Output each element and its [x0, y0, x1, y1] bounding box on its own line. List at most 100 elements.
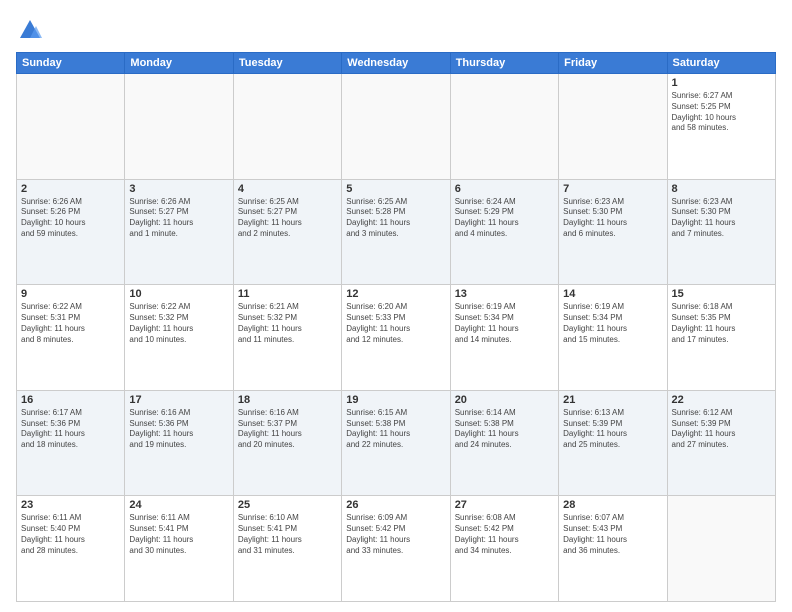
day-info: Sunrise: 6:10 AM Sunset: 5:41 PM Dayligh… — [238, 513, 337, 556]
day-info: Sunrise: 6:16 AM Sunset: 5:36 PM Dayligh… — [129, 408, 228, 451]
day-info: Sunrise: 6:19 AM Sunset: 5:34 PM Dayligh… — [563, 302, 662, 345]
day-info: Sunrise: 6:07 AM Sunset: 5:43 PM Dayligh… — [563, 513, 662, 556]
day-cell — [667, 496, 775, 602]
day-info: Sunrise: 6:11 AM Sunset: 5:41 PM Dayligh… — [129, 513, 228, 556]
day-number: 8 — [672, 183, 771, 195]
day-info: Sunrise: 6:22 AM Sunset: 5:31 PM Dayligh… — [21, 302, 120, 345]
day-info: Sunrise: 6:16 AM Sunset: 5:37 PM Dayligh… — [238, 408, 337, 451]
day-number: 17 — [129, 394, 228, 406]
day-number: 10 — [129, 288, 228, 300]
day-info: Sunrise: 6:25 AM Sunset: 5:27 PM Dayligh… — [238, 197, 337, 240]
day-info: Sunrise: 6:25 AM Sunset: 5:28 PM Dayligh… — [346, 197, 445, 240]
day-info: Sunrise: 6:15 AM Sunset: 5:38 PM Dayligh… — [346, 408, 445, 451]
day-cell: 17 Sunrise: 6:16 AM Sunset: 5:36 PM Dayli… — [125, 390, 233, 496]
weekday-sunday: Sunday — [17, 53, 125, 74]
calendar-table: SundayMondayTuesdayWednesdayThursdayFrid… — [16, 52, 776, 602]
week-row-4: 23Sunrise: 6:11 AM Sunset: 5:40 PM Dayli… — [17, 496, 776, 602]
day-cell: 23Sunrise: 6:11 AM Sunset: 5:40 PM Dayli… — [17, 496, 125, 602]
day-info: Sunrise: 6:26 AM Sunset: 5:27 PM Dayligh… — [129, 197, 228, 240]
day-number: 13 — [455, 288, 554, 300]
week-row-2: 9 Sunrise: 6:22 AM Sunset: 5:31 PM Daylig… — [17, 285, 776, 391]
day-cell: 25 Sunrise: 6:10 AM Sunset: 5:41 PM Dayli… — [233, 496, 341, 602]
day-number: 5 — [346, 183, 445, 195]
day-number: 20 — [455, 394, 554, 406]
day-number: 12 — [346, 288, 445, 300]
day-number: 26 — [346, 499, 445, 511]
day-number: 28 — [563, 499, 662, 511]
day-cell: 11 Sunrise: 6:21 AM Sunset: 5:32 PM Dayli… — [233, 285, 341, 391]
day-number: 14 — [563, 288, 662, 300]
day-cell: 13 Sunrise: 6:19 AM Sunset: 5:34 PM Dayli… — [450, 285, 558, 391]
week-row-3: 16 Sunrise: 6:17 AM Sunset: 5:36 PM Dayli… — [17, 390, 776, 496]
day-info: Sunrise: 6:27 AM Sunset: 5:25 PM Dayligh… — [672, 91, 771, 134]
day-number: 3 — [129, 183, 228, 195]
day-info: Sunrise: 6:17 AM Sunset: 5:36 PM Dayligh… — [21, 408, 120, 451]
weekday-wednesday: Wednesday — [342, 53, 450, 74]
day-cell — [342, 74, 450, 180]
day-info: Sunrise: 6:13 AM Sunset: 5:39 PM Dayligh… — [563, 408, 662, 451]
day-cell: 27 Sunrise: 6:08 AM Sunset: 5:42 PM Dayli… — [450, 496, 558, 602]
day-info: Sunrise: 6:19 AM Sunset: 5:34 PM Dayligh… — [455, 302, 554, 345]
weekday-tuesday: Tuesday — [233, 53, 341, 74]
day-cell — [450, 74, 558, 180]
day-cell — [559, 74, 667, 180]
day-number: 15 — [672, 288, 771, 300]
day-number: 25 — [238, 499, 337, 511]
page: SundayMondayTuesdayWednesdayThursdayFrid… — [0, 0, 792, 612]
day-number: 6 — [455, 183, 554, 195]
day-number: 11 — [238, 288, 337, 300]
day-info: Sunrise: 6:22 AM Sunset: 5:32 PM Dayligh… — [129, 302, 228, 345]
week-row-0: 1Sunrise: 6:27 AM Sunset: 5:25 PM Daylig… — [17, 74, 776, 180]
day-cell: 4 Sunrise: 6:25 AM Sunset: 5:27 PM Daylig… — [233, 179, 341, 285]
header — [16, 16, 776, 44]
day-cell: 8 Sunrise: 6:23 AM Sunset: 5:30 PM Daylig… — [667, 179, 775, 285]
day-number: 9 — [21, 288, 120, 300]
logo — [16, 16, 48, 44]
weekday-friday: Friday — [559, 53, 667, 74]
weekday-thursday: Thursday — [450, 53, 558, 74]
day-number: 18 — [238, 394, 337, 406]
day-cell — [233, 74, 341, 180]
day-cell: 20Sunrise: 6:14 AM Sunset: 5:38 PM Dayli… — [450, 390, 558, 496]
day-cell: 15 Sunrise: 6:18 AM Sunset: 5:35 PM Dayli… — [667, 285, 775, 391]
day-info: Sunrise: 6:20 AM Sunset: 5:33 PM Dayligh… — [346, 302, 445, 345]
day-cell: 28 Sunrise: 6:07 AM Sunset: 5:43 PM Dayli… — [559, 496, 667, 602]
day-info: Sunrise: 6:09 AM Sunset: 5:42 PM Dayligh… — [346, 513, 445, 556]
day-number: 22 — [672, 394, 771, 406]
day-info: Sunrise: 6:23 AM Sunset: 5:30 PM Dayligh… — [563, 197, 662, 240]
day-info: Sunrise: 6:18 AM Sunset: 5:35 PM Dayligh… — [672, 302, 771, 345]
day-number: 24 — [129, 499, 228, 511]
day-cell: 12 Sunrise: 6:20 AM Sunset: 5:33 PM Dayli… — [342, 285, 450, 391]
day-cell: 2Sunrise: 6:26 AM Sunset: 5:26 PM Daylig… — [17, 179, 125, 285]
weekday-header-row: SundayMondayTuesdayWednesdayThursdayFrid… — [17, 53, 776, 74]
day-info: Sunrise: 6:08 AM Sunset: 5:42 PM Dayligh… — [455, 513, 554, 556]
weekday-monday: Monday — [125, 53, 233, 74]
day-number: 27 — [455, 499, 554, 511]
day-number: 4 — [238, 183, 337, 195]
day-cell: 19 Sunrise: 6:15 AM Sunset: 5:38 PM Dayli… — [342, 390, 450, 496]
day-cell: 5 Sunrise: 6:25 AM Sunset: 5:28 PM Daylig… — [342, 179, 450, 285]
day-cell: 21 Sunrise: 6:13 AM Sunset: 5:39 PM Dayli… — [559, 390, 667, 496]
day-cell: 24 Sunrise: 6:11 AM Sunset: 5:41 PM Dayli… — [125, 496, 233, 602]
day-info: Sunrise: 6:23 AM Sunset: 5:30 PM Dayligh… — [672, 197, 771, 240]
day-cell — [17, 74, 125, 180]
day-info: Sunrise: 6:12 AM Sunset: 5:39 PM Dayligh… — [672, 408, 771, 451]
day-cell: 6 Sunrise: 6:24 AM Sunset: 5:29 PM Daylig… — [450, 179, 558, 285]
day-cell: 10 Sunrise: 6:22 AM Sunset: 5:32 PM Dayli… — [125, 285, 233, 391]
day-cell: 14 Sunrise: 6:19 AM Sunset: 5:34 PM Dayli… — [559, 285, 667, 391]
day-number: 21 — [563, 394, 662, 406]
day-cell: 18 Sunrise: 6:16 AM Sunset: 5:37 PM Dayli… — [233, 390, 341, 496]
day-cell — [125, 74, 233, 180]
logo-icon — [16, 16, 44, 44]
day-cell: 3 Sunrise: 6:26 AM Sunset: 5:27 PM Daylig… — [125, 179, 233, 285]
day-number: 16 — [21, 394, 120, 406]
day-number: 2 — [21, 183, 120, 195]
day-number: 19 — [346, 394, 445, 406]
day-cell: 7Sunrise: 6:23 AM Sunset: 5:30 PM Daylig… — [559, 179, 667, 285]
day-info: Sunrise: 6:21 AM Sunset: 5:32 PM Dayligh… — [238, 302, 337, 345]
day-cell: 9 Sunrise: 6:22 AM Sunset: 5:31 PM Daylig… — [17, 285, 125, 391]
day-cell: 22 Sunrise: 6:12 AM Sunset: 5:39 PM Dayli… — [667, 390, 775, 496]
week-row-1: 2Sunrise: 6:26 AM Sunset: 5:26 PM Daylig… — [17, 179, 776, 285]
day-cell: 26 Sunrise: 6:09 AM Sunset: 5:42 PM Dayli… — [342, 496, 450, 602]
day-info: Sunrise: 6:24 AM Sunset: 5:29 PM Dayligh… — [455, 197, 554, 240]
